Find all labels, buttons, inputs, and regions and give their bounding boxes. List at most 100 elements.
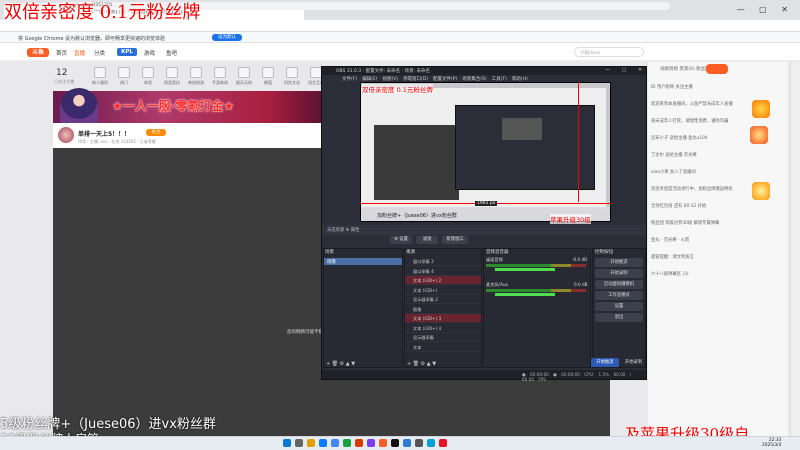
chat-message: 双倍亲密度活动进行中，加粉丝牌赠送特权	[651, 187, 733, 192]
window-controls[interactable]: — ▢ ✕	[737, 5, 794, 14]
source-item[interactable]: 文本 (GDI+) 4	[405, 324, 481, 333]
chat-message: 六十八级弹幕区 (3)	[651, 272, 689, 277]
clock-date: 2025/3/4	[762, 443, 782, 448]
windows-taskbar	[0, 436, 800, 450]
mixer-channel-1-db: -0.0 dB	[572, 257, 588, 262]
taskbar-app-8-icon[interactable]	[367, 439, 375, 447]
source-item[interactable]: 窗口采集 2	[405, 257, 481, 266]
pk-badge-icon[interactable]	[706, 64, 728, 74]
mixer-volume-1[interactable]	[495, 268, 555, 271]
start-stream-button[interactable]: 开始推流	[591, 358, 619, 367]
category-4-icon[interactable]	[166, 67, 178, 78]
nav-fishbar[interactable]: 鱼吧	[166, 49, 177, 57]
preview-player	[374, 125, 459, 200]
chat-message: xiao小果 加入了直播间	[651, 170, 696, 175]
control-button-3[interactable]: 启动虚拟摄像机	[595, 280, 643, 289]
controls-header: 控制按钮	[595, 250, 613, 255]
obs-menu-item-1[interactable]: 文件(F)	[342, 77, 357, 82]
sources-header: 来源	[406, 250, 415, 255]
filters-button[interactable]: 滤镜	[416, 236, 438, 244]
preview-overlay-bottom: 苹果升级30级	[550, 214, 591, 224]
source-item[interactable]: 文本 (GDI+) 3	[405, 314, 481, 323]
source-item[interactable]: 文本 (GDI+)	[405, 286, 481, 295]
scene-toolbar[interactable]: + 🗑 ⚙ ▲ ▼	[326, 361, 355, 367]
source-item[interactable]: 文本 (GDI+) 2	[405, 276, 481, 285]
properties-button[interactable]: ⚙ 设置	[390, 236, 412, 244]
taskbar-app-9-icon[interactable]	[379, 439, 387, 447]
nav-category[interactable]: 分类	[94, 49, 105, 57]
scenes-pane	[323, 248, 403, 368]
mixer-channel-2-db: 0.0 dB	[574, 282, 588, 287]
search-input[interactable]: 小狐dave	[574, 47, 644, 57]
obs-menubar[interactable]: 文件(F) 编辑(E) 视图(V) 停靠窗口(D) 配置文件(P) 场景集合(S) 工具(T…	[322, 75, 646, 82]
taskbar-app-2-icon[interactable]	[295, 439, 303, 447]
control-button-4[interactable]: 工作室模式	[595, 291, 643, 300]
category-5-icon[interactable]	[190, 67, 202, 78]
control-button-1[interactable]: 开始推流	[595, 258, 643, 267]
rank-tabs[interactable]: 贡献周榜 贵宾(6) 粉丝团	[660, 66, 710, 72]
new-window-button[interactable]: 新建窗口	[442, 236, 468, 244]
nav-kpl[interactable]: KPL	[117, 48, 137, 56]
mixer-volume-2[interactable]	[495, 293, 555, 296]
mixer-channel-2-label: 麦克风/Aux	[486, 282, 508, 287]
taskbar-app-11-icon[interactable]	[403, 439, 411, 447]
taskbar-app-5-icon[interactable]	[331, 439, 339, 447]
streamer-name: 单排一天上5！！！	[78, 131, 131, 138]
category-7-icon[interactable]	[238, 67, 250, 78]
taskbar-app-4-icon[interactable]	[319, 439, 327, 447]
source-item[interactable]: 图像	[405, 305, 481, 314]
mixer-header: 音频混音器	[486, 250, 509, 255]
category-9-icon[interactable]	[286, 67, 298, 78]
category-3-icon[interactable]	[142, 67, 154, 78]
set-default-button[interactable]: 设为默认	[212, 34, 242, 41]
nav-live[interactable]: 直播	[74, 49, 85, 57]
preview-size-label: 1965 px	[475, 201, 498, 206]
chat-message: 粉丝团 等级达到30级 解锁专属弹幕	[651, 221, 720, 226]
banner-title: ★一人一服·零氪打金★	[112, 99, 235, 113]
taskbar-app-6-icon[interactable]	[343, 439, 351, 447]
chat-message: 超管提醒：请文明发言	[651, 255, 694, 260]
douyu-logo[interactable]: 斗鱼	[27, 48, 49, 57]
obs-source-toolbar: 未选择源 ⚙ 属性	[322, 225, 646, 235]
taskbar-app-1-icon[interactable]	[283, 439, 291, 447]
category-8-icon[interactable]	[262, 67, 274, 78]
nav-home[interactable]: 首页	[56, 49, 67, 57]
stream-meta: 传奇 · 主播: xxx · 在线 104405 · 王者荣耀	[78, 139, 156, 144]
source-item[interactable]: 文本	[405, 343, 481, 352]
nav-game[interactable]: 游戏	[144, 49, 155, 57]
follow-count[interactable]: 12	[56, 68, 67, 78]
start-record-button[interactable]: 开始录制	[621, 358, 646, 367]
control-button-2[interactable]: 开始录制	[595, 269, 643, 278]
mixer-channel-1-label: 桌面音频	[486, 257, 503, 262]
taskbar-clock[interactable]: 22:33 2025/3/4	[762, 438, 781, 448]
taskbar-app-10-icon[interactable]	[391, 439, 399, 447]
source-item[interactable]: 显示器采集	[405, 333, 481, 342]
avatar[interactable]	[58, 127, 74, 143]
taskbar-app-3-icon[interactable]	[307, 439, 315, 447]
source-item[interactable]: 窗口采集 4	[405, 267, 481, 276]
obs-window-controls[interactable]: — ▢ ✕	[605, 67, 647, 73]
mixer-meter-2	[486, 289, 586, 292]
source-item[interactable]: 显示器采集 2	[405, 295, 481, 304]
chat-message: 吕布小子 送给主播 鱼丸x100	[651, 136, 708, 141]
scene-item-selected[interactable]: 场景	[324, 258, 402, 265]
control-button-6[interactable]: 退出	[595, 313, 643, 322]
preview-guide-vertical	[578, 82, 579, 202]
default-browser-infobar: 将 Google Chrome 设为默认浏览器，即可畅享更快速的浏览体验	[0, 32, 800, 43]
source-toolbar[interactable]: + 🗑 ⚙ ▲ ▼	[407, 361, 436, 367]
category-2-icon[interactable]	[118, 67, 130, 78]
chat-message: 欢迎来到本直播间，斗鱼严禁未成年人直播	[651, 102, 733, 107]
preview-group-text: 加粉丝牌+（Juese06）进vx粉丝群	[377, 213, 457, 219]
taskbar-app-12-icon[interactable]	[415, 439, 423, 447]
scenes-header: 场景	[325, 250, 334, 255]
right-scrollbar[interactable]	[790, 62, 800, 436]
category-1-icon[interactable]	[94, 67, 106, 78]
category-6-icon[interactable]	[214, 67, 226, 78]
control-button-5[interactable]: 设置	[595, 302, 643, 311]
follow-button[interactable]: 关注	[146, 129, 166, 136]
obs-status-bar: ● 00:00:00 ● 00:00:00 CPU: 1.5% 60.00 / …	[322, 370, 646, 382]
taskbar-app-13-icon[interactable]	[427, 439, 435, 447]
taskbar-app-14-icon[interactable]	[439, 439, 447, 447]
taskbar-app-7-icon[interactable]	[355, 439, 363, 447]
chat-message: 全场红包雨 还有 00:32 开始	[651, 204, 707, 209]
